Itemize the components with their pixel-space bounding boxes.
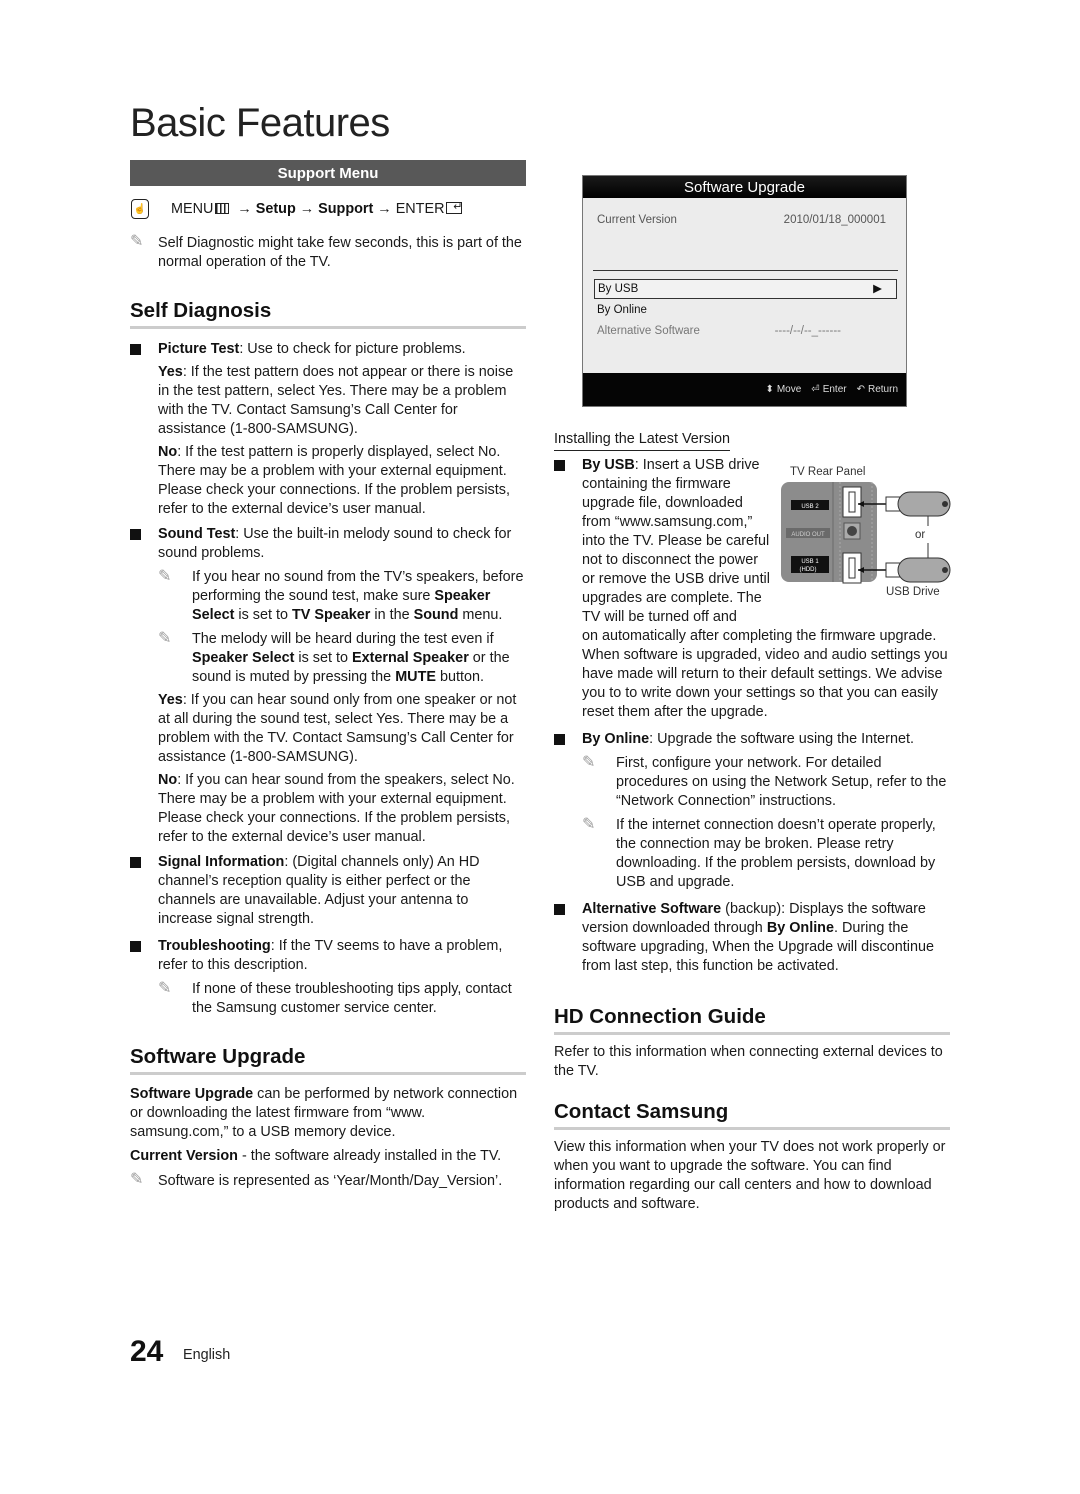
sound-test-yes: Yes: If you can hear sound only from one… [158, 692, 517, 765]
bullet-square-icon [554, 904, 565, 915]
pencil-note-icon: ✎ [130, 233, 144, 250]
menu-path: ☝ MENU → Setup → Support → ENTER [130, 198, 526, 220]
osd-item-by-online[interactable]: By Online [594, 301, 897, 321]
osd-move-hint: ⬍ Move [765, 380, 801, 399]
sound-test-note-1: ✎ If you hear no sound from the TV’s spe… [158, 568, 524, 623]
page-number: 24 [130, 1335, 164, 1368]
pencil-note-icon: ✎ [158, 568, 172, 585]
hd-connection-heading: HD Connection Guide [554, 1004, 950, 1035]
bullet-square-icon [130, 344, 141, 355]
by-usb-continued: on automatically after completing the fi… [582, 628, 948, 720]
pencil-note-icon: ✎ [158, 980, 172, 997]
contact-samsung-text: View this information when your TV does … [554, 1139, 946, 1212]
menu-setup: Setup [255, 200, 296, 217]
support-note: ✎ Self Diagnostic might take few seconds… [130, 233, 522, 270]
pencil-note-icon: ✎ [130, 1171, 144, 1188]
osd-title: Software Upgrade [583, 176, 906, 198]
osd-item-by-usb[interactable]: By USB ▶ [594, 279, 897, 299]
bullet-square-icon [130, 941, 141, 952]
bullet-square-icon [554, 734, 565, 745]
software-upgrade-heading: Software Upgrade [130, 1044, 526, 1075]
page-language: English [183, 1347, 231, 1363]
osd-divider [593, 270, 898, 271]
pencil-note-icon: ✎ [158, 630, 172, 647]
right-column: Installing the Latest Version By USB: In… [554, 430, 950, 1214]
menu-key: MENU [171, 200, 214, 217]
hand-remote-icon: ☝ [131, 199, 149, 219]
bullet-square-icon [130, 857, 141, 868]
osd-return-hint: ↶ Return [857, 380, 898, 399]
software-upgrade-intro: Software Upgrade can be performed by net… [130, 1086, 518, 1140]
pencil-note-icon: ✎ [582, 754, 596, 771]
support-menu-heading: Support Menu [130, 160, 526, 186]
self-diagnosis-heading: Self Diagnosis [130, 298, 526, 329]
sound-test-item: Sound Test: Use the built-in melody soun… [130, 525, 526, 563]
menu-icon [215, 202, 230, 214]
by-online-note-2: ✎ If the internet connection doesn’t ope… [582, 816, 936, 890]
troubleshooting-note: ✎ If none of these troubleshooting tips … [158, 980, 512, 1016]
move-updown-icon: ⬍ [765, 384, 774, 395]
picture-test-item: Picture Test: Use to check for picture p… [130, 340, 526, 359]
arrow: → [377, 200, 392, 217]
contact-samsung-heading: Contact Samsung [554, 1099, 950, 1130]
menu-support: Support [318, 200, 374, 217]
picture-test-yes: Yes: If the test pattern does not appear… [158, 364, 514, 437]
signal-information-item: Signal Information: (Digital channels on… [130, 853, 526, 929]
osd-item-alternative-software: Alternative Software ----/--/--_------ [597, 325, 841, 337]
pencil-note-icon: ✎ [582, 816, 596, 833]
software-upgrade-osd: Software Upgrade Current Version 2010/01… [582, 175, 907, 407]
current-version-desc: Current Version - the software already i… [130, 1148, 502, 1164]
by-online-note-1: ✎ First, configure your network. For det… [582, 754, 947, 809]
arrow-right-icon: ▶ [873, 283, 882, 295]
arrow: → [237, 200, 252, 217]
software-version-note: ✎ Software is represented as ‘Year/Month… [130, 1171, 503, 1189]
bullet-square-icon [554, 460, 565, 471]
left-column: Support Menu ☝ MENU → Setup → Support → … [130, 160, 526, 1191]
enter-icon [446, 198, 463, 217]
enter-icon: ⏎ [811, 384, 820, 395]
sound-test-no: No: If you can hear sound from the speak… [158, 772, 515, 845]
osd-current-version: Current Version 2010/01/18_000001 [597, 214, 886, 226]
arrow: → [299, 200, 315, 217]
hd-connection-text: Refer to this information when connectin… [554, 1044, 943, 1079]
installing-heading: Installing the Latest Version [554, 430, 730, 451]
by-usb-item: By USB: Insert a USB drive containing th… [554, 456, 770, 627]
by-online-item: By Online: Upgrade the software using th… [554, 730, 950, 749]
enter-key: ENTER [395, 200, 445, 217]
troubleshooting-item: Troubleshooting: If the TV seems to have… [130, 937, 526, 975]
osd-footer: ⬍ Move ⏎ Enter ↶ Return [583, 373, 906, 406]
bullet-square-icon [130, 529, 141, 540]
alternative-software-item: Alternative Software (backup): Displays … [554, 900, 950, 976]
picture-test-no: No: If the test pattern is properly disp… [158, 444, 510, 517]
osd-enter-hint: ⏎ Enter [811, 380, 846, 399]
return-icon: ↶ [856, 384, 865, 395]
page-title: Basic Features [130, 101, 390, 145]
sound-test-note-2: ✎ The melody will be heard during the te… [158, 630, 510, 685]
